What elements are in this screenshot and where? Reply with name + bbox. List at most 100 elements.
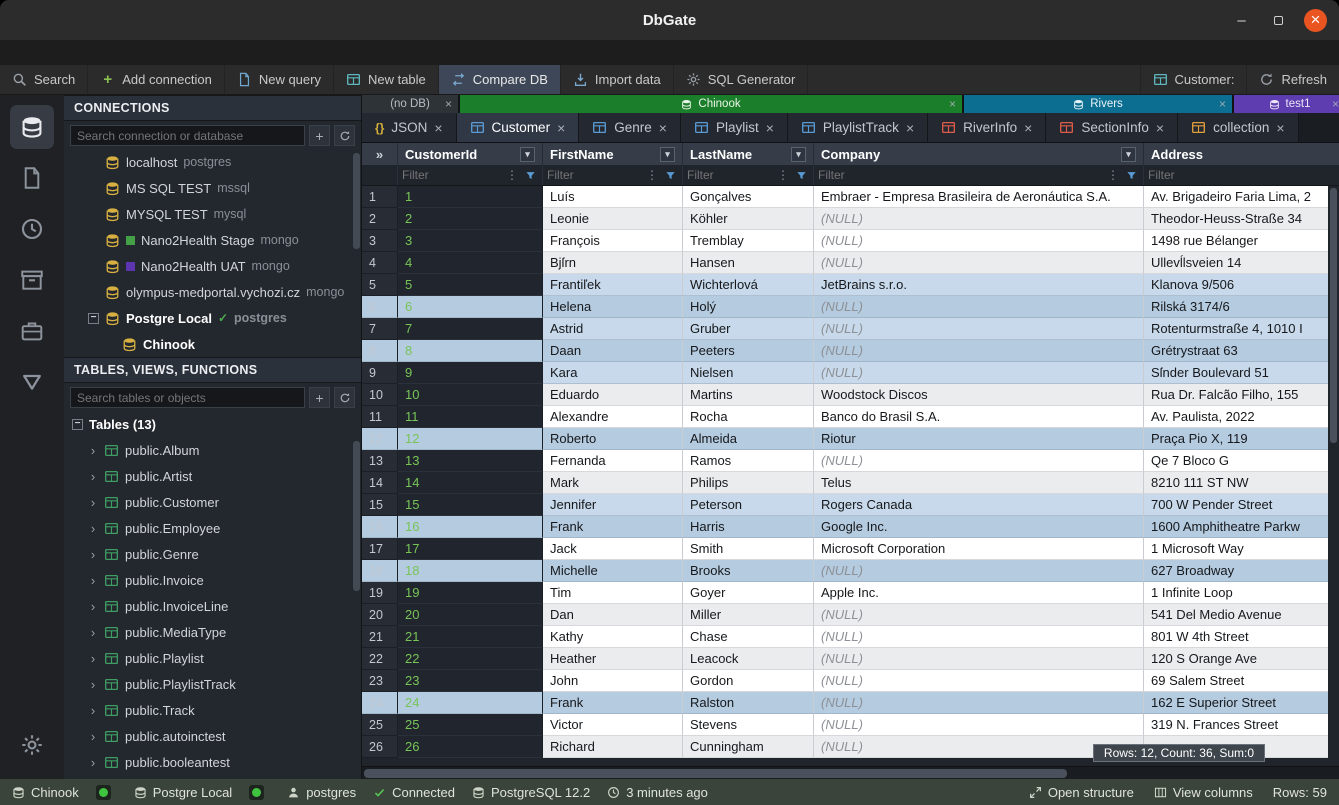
cell-company[interactable]: (NULL): [814, 252, 1144, 274]
database-group-tab[interactable]: Chinook ×: [460, 95, 962, 113]
chevron-right-icon[interactable]: ›: [88, 573, 98, 588]
cell-address[interactable]: Grétrystraat 63: [1144, 340, 1339, 362]
cell-company[interactable]: (NULL): [814, 714, 1144, 736]
cell-firstname[interactable]: Dan: [543, 604, 683, 626]
cell-firstname[interactable]: Helena: [543, 296, 683, 318]
column-header-address[interactable]: Address: [1144, 143, 1339, 165]
sidebar-item-connections[interactable]: [10, 105, 54, 149]
column-dropdown-icon[interactable]: ▾: [1121, 147, 1136, 162]
cell-customerid[interactable]: 19: [398, 582, 543, 604]
cell-customerid[interactable]: 13: [398, 450, 543, 472]
connection-item[interactable]: − MYSQL TEST ✓ mysql: [64, 201, 361, 227]
cell-address[interactable]: 162 E Superior Street: [1144, 692, 1339, 714]
add-connection-button[interactable]: + Add connection: [88, 65, 225, 94]
table-row[interactable]: 22 22 Heather Leacock (NULL) 120 S Orang…: [362, 648, 1339, 670]
cell-firstname[interactable]: Luís: [543, 186, 683, 208]
cell-lastname[interactable]: Nielsen: [683, 362, 814, 384]
cell-firstname[interactable]: Tim: [543, 582, 683, 604]
refresh-connections-button[interactable]: [334, 125, 355, 146]
titlebar[interactable]: DbGate – ×: [0, 0, 1339, 40]
cell-customerid[interactable]: 22: [398, 648, 543, 670]
expand-toggle-icon[interactable]: −: [88, 313, 99, 324]
cell-customerid[interactable]: 8: [398, 340, 543, 362]
filter-funnel-icon[interactable]: [662, 167, 678, 183]
row-number[interactable]: 26: [362, 736, 398, 758]
cell-firstname[interactable]: Michelle: [543, 560, 683, 582]
cell-address[interactable]: 319 N. Frances Street: [1144, 714, 1339, 736]
cell-address[interactable]: 69 Salem Street: [1144, 670, 1339, 692]
cell-customerid[interactable]: 16: [398, 516, 543, 538]
new-table-button[interactable]: New table: [334, 65, 439, 94]
close-icon[interactable]: ×: [445, 97, 452, 111]
row-number[interactable]: 13: [362, 450, 398, 472]
cell-lastname[interactable]: Peterson: [683, 494, 814, 516]
sidebar-item-archive[interactable]: [10, 258, 54, 302]
cell-company[interactable]: (NULL): [814, 626, 1144, 648]
cell-lastname[interactable]: Hansen: [683, 252, 814, 274]
scrollbar-thumb[interactable]: [1330, 188, 1337, 443]
table-row[interactable]: 9 9 Kara Nielsen (NULL) Sſnder Boulevard…: [362, 362, 1339, 384]
row-number[interactable]: 18: [362, 560, 398, 582]
menu-item[interactable]: [30, 51, 52, 55]
cell-firstname[interactable]: Mark: [543, 472, 683, 494]
chevron-right-icon[interactable]: ›: [88, 469, 98, 484]
table-tree-item[interactable]: › public.InvoiceLine: [64, 593, 361, 619]
cell-customerid[interactable]: 17: [398, 538, 543, 560]
table-tree-item[interactable]: › public.Customer: [64, 489, 361, 515]
sql-generator-button[interactable]: SQL Generator: [674, 65, 809, 94]
chevron-right-icon[interactable]: ›: [88, 729, 98, 744]
chevron-right-icon[interactable]: ›: [88, 521, 98, 536]
cell-lastname[interactable]: Ralston: [683, 692, 814, 714]
row-number[interactable]: 3: [362, 230, 398, 252]
connections-scrollbar[interactable]: [353, 153, 360, 249]
file-tab[interactable]: SectionInfo ×: [1046, 113, 1178, 142]
cell-company[interactable]: (NULL): [814, 208, 1144, 230]
table-tree-item[interactable]: › public.Album: [64, 437, 361, 463]
table-tree-item[interactable]: › public.Track: [64, 697, 361, 723]
cell-firstname[interactable]: Heather: [543, 648, 683, 670]
sidebar-item-filters[interactable]: [10, 360, 54, 404]
database-group-tab[interactable]: test1 ×: [1234, 95, 1339, 113]
chevron-right-icon[interactable]: ›: [88, 703, 98, 718]
chevron-right-icon[interactable]: ›: [88, 443, 98, 458]
cell-firstname[interactable]: Roberto: [543, 428, 683, 450]
close-icon[interactable]: ×: [434, 120, 442, 136]
cell-lastname[interactable]: Peeters: [683, 340, 814, 362]
file-tab[interactable]: Genre ×: [579, 113, 681, 142]
row-number[interactable]: 10: [362, 384, 398, 406]
close-icon[interactable]: ×: [659, 120, 667, 136]
cell-address[interactable]: 700 W Pender Street: [1144, 494, 1339, 516]
cell-firstname[interactable]: Alexandre: [543, 406, 683, 428]
close-button[interactable]: ×: [1304, 9, 1327, 32]
cell-customerid[interactable]: 9: [398, 362, 543, 384]
table-row[interactable]: 14 14 Mark Philips Telus 8210 111 ST NW: [362, 472, 1339, 494]
chevron-right-icon[interactable]: ›: [88, 677, 98, 692]
row-number[interactable]: 1: [362, 186, 398, 208]
cell-customerid[interactable]: 7: [398, 318, 543, 340]
table-row[interactable]: 13 13 Fernanda Ramos (NULL) Qe 7 Bloco G: [362, 450, 1339, 472]
chevron-right-icon[interactable]: ›: [88, 599, 98, 614]
cell-firstname[interactable]: Frank: [543, 516, 683, 538]
cell-lastname[interactable]: Stevens: [683, 714, 814, 736]
tables-search-input[interactable]: [70, 387, 305, 408]
cell-company[interactable]: (NULL): [814, 648, 1144, 670]
cell-company[interactable]: (NULL): [814, 692, 1144, 714]
table-row[interactable]: 10 10 Eduardo Martins Woodstock Discos R…: [362, 384, 1339, 406]
cell-address[interactable]: 1498 rue Bélanger: [1144, 230, 1339, 252]
compare-db-button[interactable]: Compare DB: [439, 65, 561, 94]
file-tab[interactable]: Playlist ×: [681, 113, 788, 142]
cell-firstname[interactable]: Jack: [543, 538, 683, 560]
row-number[interactable]: 12: [362, 428, 398, 450]
refresh-button[interactable]: Refresh: [1246, 65, 1339, 94]
connection-item[interactable]: − MS SQL TEST ✓ mssql: [64, 175, 361, 201]
cell-company[interactable]: (NULL): [814, 362, 1144, 384]
row-number[interactable]: 9: [362, 362, 398, 384]
cell-lastname[interactable]: Cunningham: [683, 736, 814, 758]
filter-funnel-icon[interactable]: [1123, 167, 1139, 183]
table-row[interactable]: 21 21 Kathy Chase (NULL) 801 W 4th Stree…: [362, 626, 1339, 648]
cell-lastname[interactable]: Gordon: [683, 670, 814, 692]
close-icon[interactable]: ×: [949, 97, 956, 111]
filter-funnel-icon[interactable]: [522, 167, 538, 183]
cell-customerid[interactable]: 20: [398, 604, 543, 626]
filter-funnel-icon[interactable]: [793, 167, 809, 183]
